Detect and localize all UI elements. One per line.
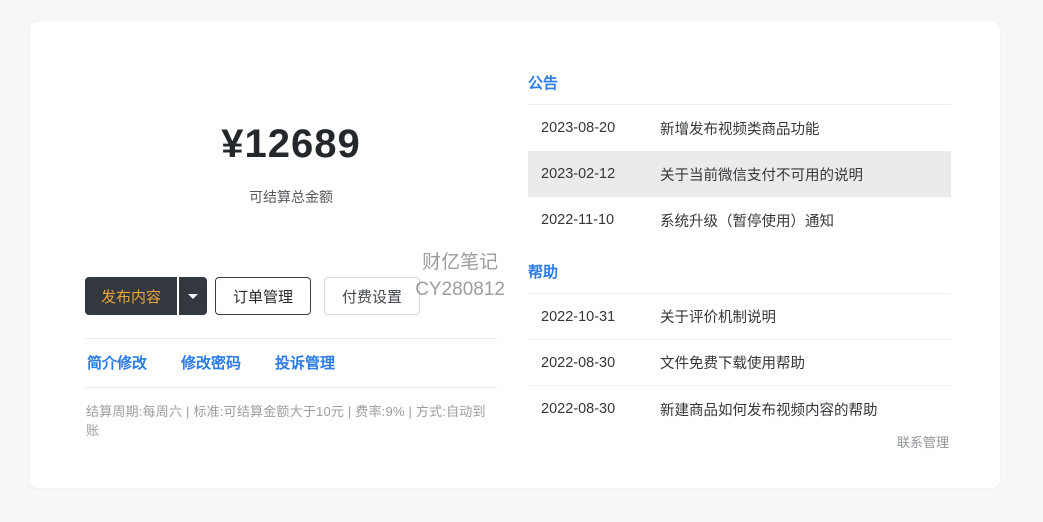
help-date: 2022-08-30	[541, 355, 646, 371]
dashboard-card: ¥12689 可结算总金额 发布内容 订单管理 付费设置 财亿笔记 CY2808…	[30, 22, 1000, 488]
help-text: 新建商品如何发布视频内容的帮助	[660, 399, 878, 420]
complaint-management-link[interactable]: 投诉管理	[275, 352, 335, 373]
help-date: 2022-08-30	[541, 401, 646, 417]
announcement-text: 系统升级（暂停使用）通知	[660, 210, 834, 231]
help-row[interactable]: 2022-08-30 文件免费下载使用帮助	[528, 340, 951, 386]
watermark-line1: 财亿笔记	[415, 249, 505, 276]
change-password-link[interactable]: 修改密码	[181, 352, 241, 373]
help-row[interactable]: 2022-10-31 关于评价机制说明	[528, 294, 951, 340]
profile-edit-link[interactable]: 简介修改	[87, 352, 147, 373]
help-list: 2022-10-31 关于评价机制说明 2022-08-30 文件免费下载使用帮…	[528, 294, 951, 432]
account-summary-panel: ¥12689 可结算总金额 发布内容 订单管理 付费设置 财亿笔记 CY2808…	[85, 72, 497, 450]
help-text: 文件免费下载使用帮助	[660, 352, 805, 373]
help-date: 2022-10-31	[541, 309, 646, 325]
payment-settings-button[interactable]: 付费设置	[324, 277, 420, 315]
announcement-text: 新增发布视频类商品功能	[660, 118, 820, 139]
publish-content-button[interactable]: 发布内容	[85, 277, 177, 315]
announcements-title: 公告	[528, 72, 951, 105]
announcement-row[interactable]: 2022-11-10 系统升级（暂停使用）通知	[528, 197, 951, 243]
help-title: 帮助	[528, 261, 951, 294]
account-links-row: 简介修改 修改密码 投诉管理	[85, 338, 497, 388]
action-buttons-row: 发布内容 订单管理 付费设置	[85, 277, 497, 315]
help-text: 关于评价机制说明	[660, 306, 776, 327]
caret-down-icon	[188, 294, 198, 299]
announcement-row[interactable]: 2023-02-12 关于当前微信支付不可用的说明	[528, 151, 951, 197]
publish-split-button: 发布内容	[85, 277, 207, 315]
settleable-amount: ¥12689	[85, 122, 497, 167]
settleable-amount-label: 可结算总金额	[85, 187, 497, 207]
settlement-info: 结算周期:每周六 | 标准:可结算金额大于10元 | 费率:9% | 方式:自动…	[85, 401, 497, 439]
announcements-list: 2023-08-20 新增发布视频类商品功能 2023-02-12 关于当前微信…	[528, 105, 951, 243]
announcement-date: 2022-11-10	[541, 212, 646, 228]
publish-dropdown-toggle[interactable]	[179, 277, 207, 315]
announcement-date: 2023-08-20	[541, 120, 646, 136]
notices-panel: 公告 2023-08-20 新增发布视频类商品功能 2023-02-12 关于当…	[528, 72, 951, 450]
announcement-row[interactable]: 2023-08-20 新增发布视频类商品功能	[528, 105, 951, 151]
contact-admin-link[interactable]: 联系管理	[528, 432, 951, 451]
order-management-button[interactable]: 订单管理	[215, 277, 311, 315]
announcement-date: 2023-02-12	[541, 166, 646, 182]
announcement-text: 关于当前微信支付不可用的说明	[660, 164, 863, 185]
help-row[interactable]: 2022-08-30 新建商品如何发布视频内容的帮助	[528, 386, 951, 432]
